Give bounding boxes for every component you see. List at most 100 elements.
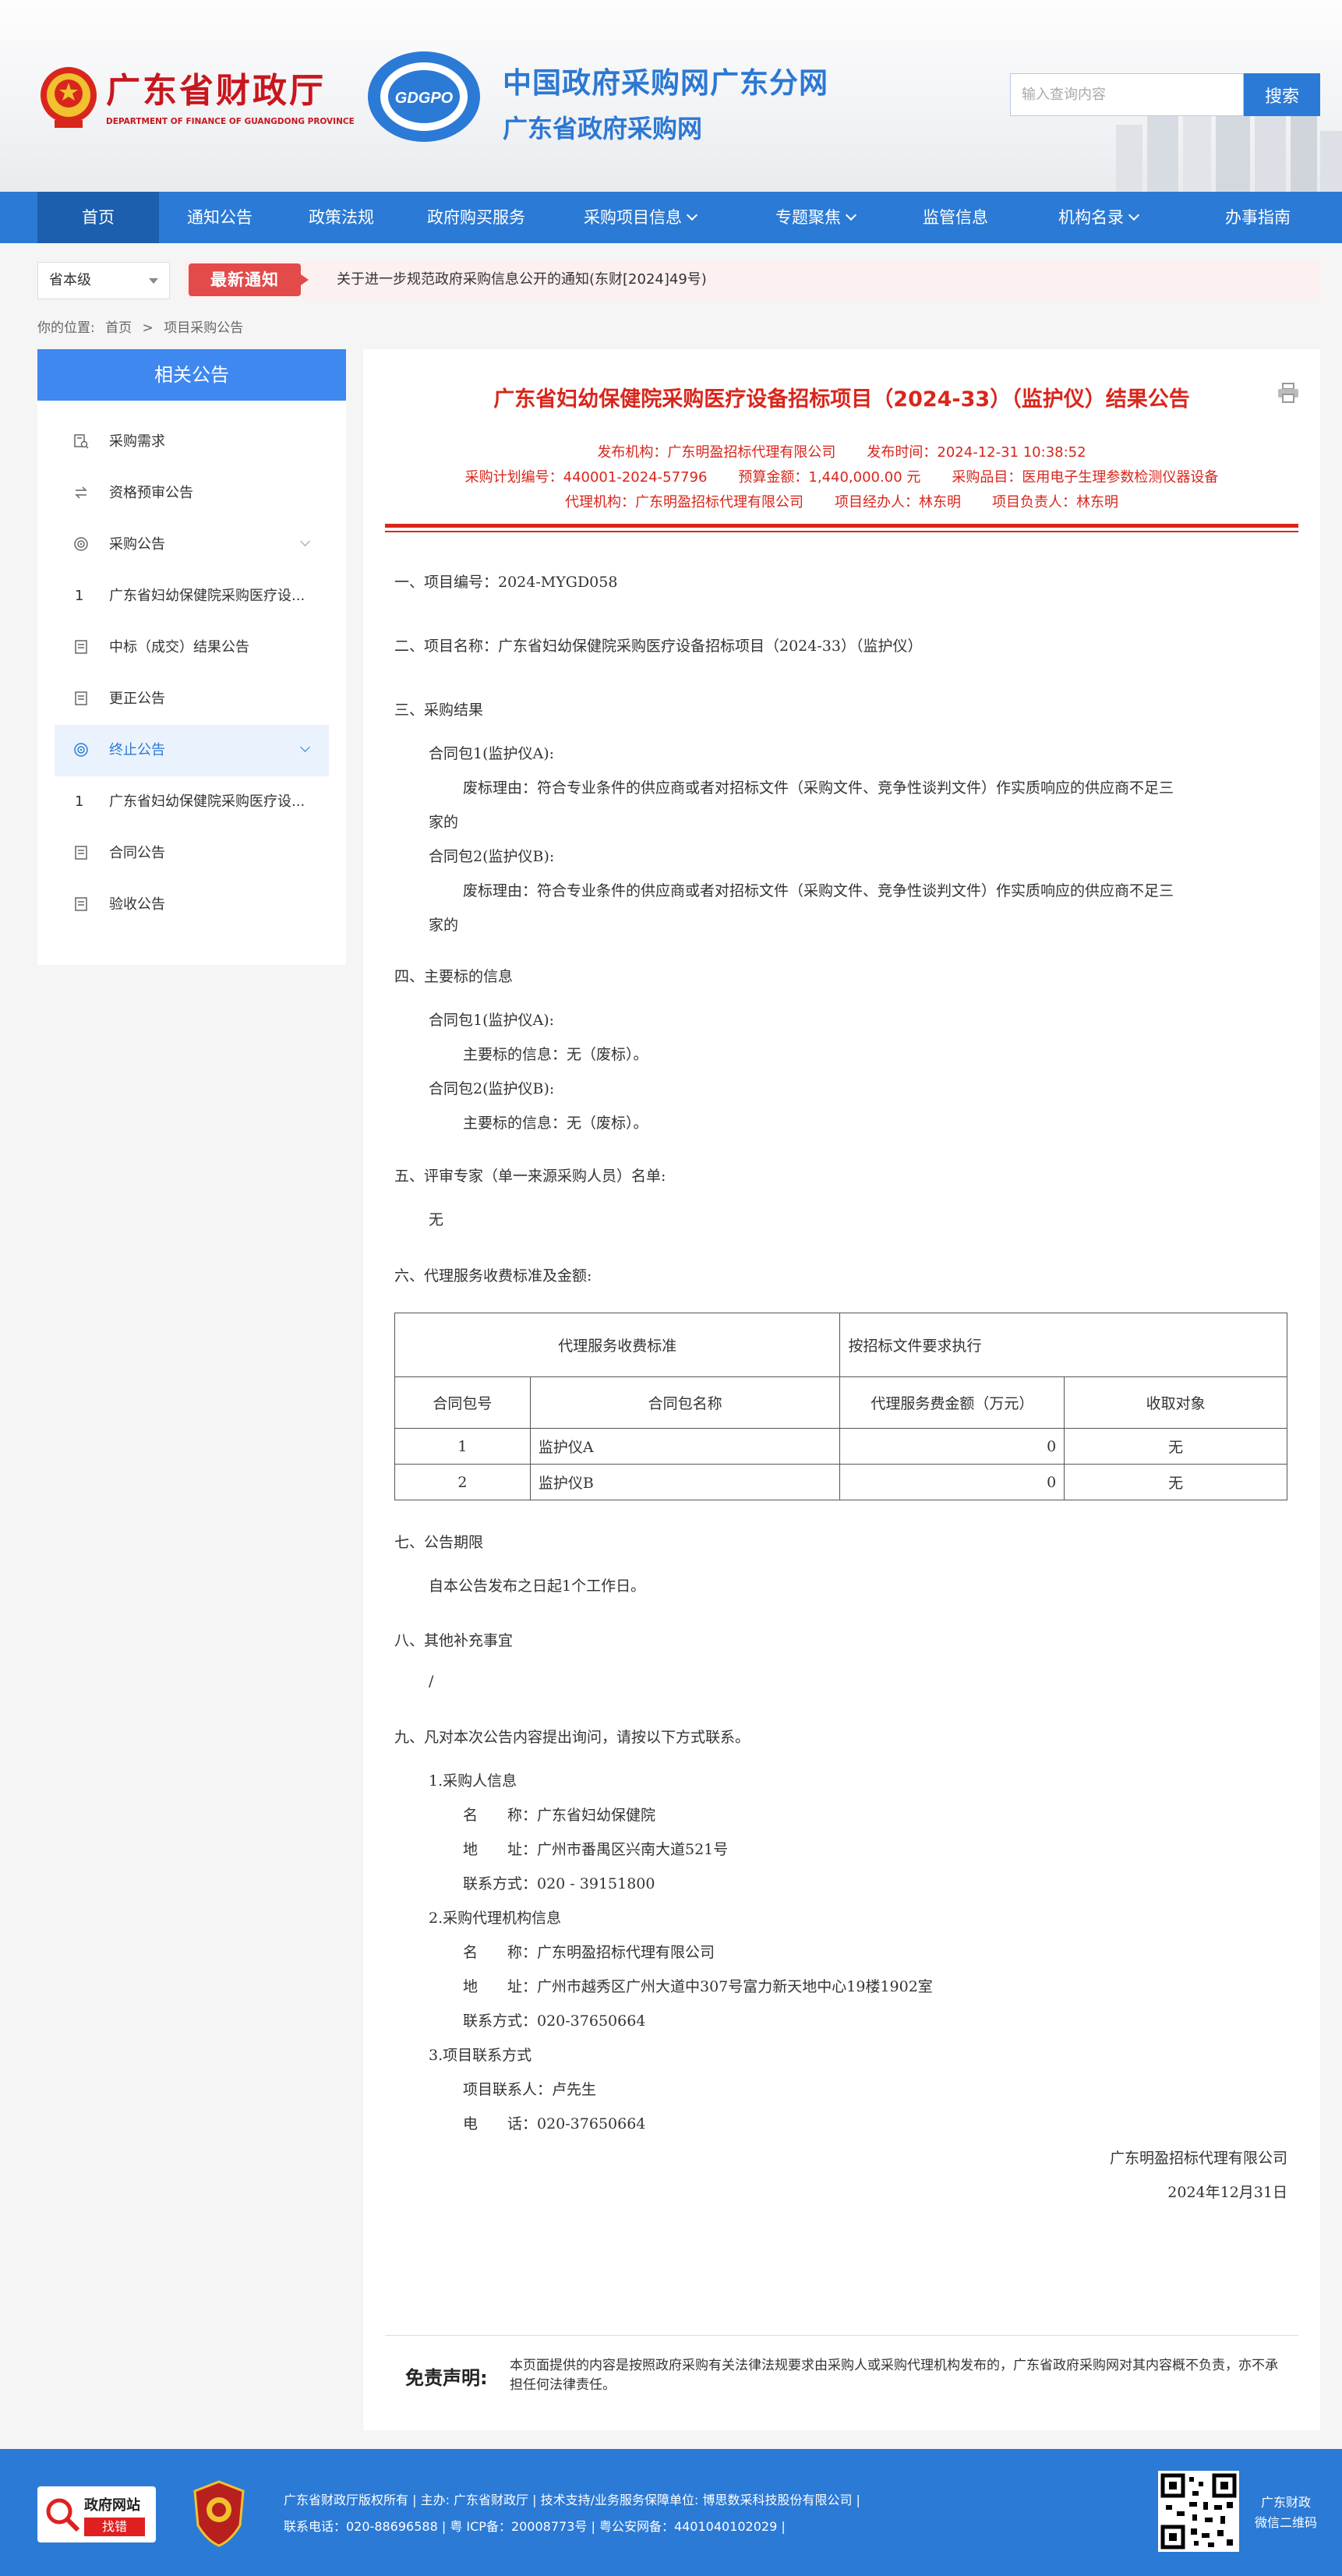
sidebar-item-correction[interactable]: 更正公告 [55,673,329,725]
site-footer: 政府网站 找错 广东省财政厅版权所有 | 主办: 广东省财政厅 | 技术支持/业… [0,2449,1342,2576]
table-cell: 无 [1064,1428,1287,1465]
experts-value: 无 [429,1211,444,1228]
sidebar-subitem-termination-1[interactable]: 1 广东省妇幼保健院采购医疗设... [55,776,329,828]
announcement-title: 广东省妇幼保健院采购医疗设备招标项目（2024-33）（监护仪）结果公告 [493,387,1190,412]
column-header: 合同包名称 [529,1376,841,1429]
chevron-down-icon [686,209,698,221]
latest-notice-badge: 最新通知 [189,263,309,296]
chevron-down-icon [300,742,310,752]
section-period-heading: 七、公告期限 [394,1534,484,1551]
wechat-qr-code [1158,2471,1239,2552]
table-header-row: 合同包号 合同包名称 代理服务费金额（万元） 收取对象 [394,1376,1287,1429]
sidebar-item-termination[interactable]: 终止公告 [55,725,329,776]
latest-notice-bar: 最新通知 关于进一步规范政府采购信息公开的通知(东财[2024]49号) [184,260,1320,299]
nav-gov-services[interactable]: 政府购买服务 [402,192,550,243]
gov-site-error-report-badge[interactable]: 政府网站 找错 [37,2486,156,2542]
footer-copyright: 广东省财政厅版权所有 | 主办: 广东省财政厅 | 技术支持/业务服务保障单位:… [284,2493,860,2507]
sidebar-item-award-result[interactable]: 中标（成交）结果公告 [55,622,329,673]
table-row: 2 监护仪B 0 无 [394,1464,1287,1500]
meta-manager: 项目负责人：林东明 [992,494,1118,511]
title-divider-thin [385,531,1298,532]
breadcrumb-home[interactable]: 首页 [105,320,132,336]
disclaimer-text: 本页面提供的内容是按照政府采购有关法律法规要求由采购人或采购代理机构发布的，广东… [510,2358,1278,2393]
section-contact-heading: 九、凡对本次公告内容提出询问，请按以下方式联系。 [394,1729,750,1746]
site-name-secondary: 广东省政府采购网 [503,114,703,143]
region-level-select[interactable]: 省本级 [37,262,170,299]
meta-category: 采购品目：医用电子生理参数检测仪器设备 [952,469,1219,486]
nav-notices[interactable]: 通知公告 [159,192,281,243]
nav-procurement-info-label: 采购项目信息 [584,208,682,227]
signature-org: 广东明盈招标代理有限公司 [1109,2150,1287,2167]
package-2-reason-cont: 家的 [429,917,459,934]
sidebar-item-contract[interactable]: 合同公告 [55,828,329,879]
agency-address: 地 址：广州市越秀区广州大道中307号富力新天地中心19楼1902室 [463,1978,933,1995]
title-divider-thick [385,524,1298,528]
other-value: / [429,1673,434,1690]
nav-policies[interactable]: 政策法规 [281,192,402,243]
agency-phone: 联系方式：020-37650664 [463,2012,646,2030]
related-notices-sidebar: 相关公告 采购需求 资格预审公告 采购公告 1 广东省妇幼保健院采购医疗设...… [37,349,346,965]
package-2-reason: 废标理由：符合专业条件的供应商或者对招标文件（采购文件、竞争性谈判文件）作实质响… [463,882,1174,899]
nav-directory[interactable]: 机构名录 [1010,192,1186,243]
gdgpo-logo[interactable]: GDGPO [366,50,491,143]
breadcrumb-prefix: 你的位置: [37,320,95,336]
period-value: 自本公告发布之日起1个工作日。 [429,1578,646,1595]
section-project-number: 一、项目编号：2024-MYGD058 [394,574,618,591]
meta-publisher: 发布机构：广东明盈招标代理有限公司 [597,444,836,461]
nav-procurement-info[interactable]: 采购项目信息 [550,192,729,243]
sidebar-item-requirements[interactable]: 采购需求 [55,416,329,468]
package-1-reason-cont: 家的 [429,814,459,831]
meta-publish-time: 发布时间：2024-12-31 10:38:52 [867,444,1086,461]
sidebar-subitem-number: 1 [75,588,84,604]
dropdown-arrow-icon [149,278,158,284]
purchaser-phone: 联系方式：020 - 39151800 [463,1875,655,1892]
chevron-down-icon [1128,209,1140,221]
sidebar-item-label: 资格预审公告 [109,485,193,501]
swap-icon [75,486,87,499]
breadcrumb-current[interactable]: 项目采购公告 [164,320,243,336]
doc-icon [75,846,87,860]
chevron-down-icon [845,209,857,221]
sidebar-item-procurement-notice[interactable]: 采购公告 [55,519,329,571]
section-other-heading: 八、其他补充事宜 [394,1632,514,1649]
target-icon [74,743,88,757]
subject-package-1-label: 合同包1(监护仪A): [429,1012,555,1029]
site-name-primary: 中国政府采购网广东分网 [503,66,828,100]
table-cell: 1 [394,1428,531,1465]
qr-caption-line-2: 微信二维码 [1255,2515,1318,2530]
sidebar-subitem-procurement-notice-1[interactable]: 1 广东省妇幼保健院采购医疗设... [55,571,329,622]
breadcrumb: 你的位置: 首页 > 项目采购公告 [37,316,249,336]
nav-directory-label: 机构名录 [1058,208,1124,227]
nav-home[interactable]: 首页 [37,192,159,243]
sidebar-item-prequalification[interactable]: 资格预审公告 [55,468,329,519]
nav-supervision[interactable]: 监管信息 [901,192,1010,243]
search-button[interactable]: 搜索 [1244,73,1320,116]
doc-icon [75,897,87,911]
police-badge-icon[interactable] [192,2480,246,2547]
column-header: 收取对象 [1064,1376,1287,1429]
subject-package-1-info: 主要标的信息：无（废标）。 [463,1046,648,1063]
purchaser-name: 名 称：广东省妇幼保健院 [463,1807,656,1824]
contact-project-heading: 3.项目联系方式 [429,2047,532,2064]
latest-notice-link[interactable]: 关于进一步规范政府采购信息公开的通知(东财[2024]49号) [337,260,707,299]
meta-line-1: 发布机构：广东明盈招标代理有限公司 发布时间：2024-12-31 10:38:5… [363,441,1320,461]
nav-topics[interactable]: 专题聚焦 [729,192,901,243]
main-nav: 首页 通知公告 政策法规 政府购买服务 采购项目信息 专题聚焦 监管信息 机构名… [0,192,1342,243]
sidebar-item-label: 中标（成交）结果公告 [109,639,249,655]
chevron-down-icon [300,536,310,546]
purchaser-address: 地 址：广州市番禺区兴南大道521号 [463,1841,729,1858]
section-project-name: 二、项目名称：广东省妇幼保健院采购医疗设备招标项目（2024-33）（监护仪） [394,638,923,655]
table-cell: 0 [839,1464,1065,1500]
subject-package-2-label: 合同包2(监护仪B): [429,1080,555,1097]
disclaimer-title: 免责声明: [405,2367,488,2389]
nav-guide[interactable]: 办事指南 [1186,192,1330,243]
search-input[interactable] [1010,73,1244,116]
project-contact-person: 项目联系人：卢先生 [463,2081,597,2098]
national-emblem-icon [41,67,97,128]
sidebar-item-acceptance[interactable]: 验收公告 [55,879,329,931]
table-cell: 监护仪A [529,1428,841,1465]
agency-fee-table: 代理服务收费标准 按招标文件要求执行 合同包号 合同包名称 代理服务费金额（万元… [394,1313,1287,1500]
finance-dept-logo[interactable]: 广东省财政厅 DEPARTMENT OF FINANCE OF GUANGDON… [37,62,355,137]
qr-caption: 广东财政 微信二维码 [1255,2493,1317,2533]
contact-agency-heading: 2.采购代理机构信息 [429,1910,562,1927]
